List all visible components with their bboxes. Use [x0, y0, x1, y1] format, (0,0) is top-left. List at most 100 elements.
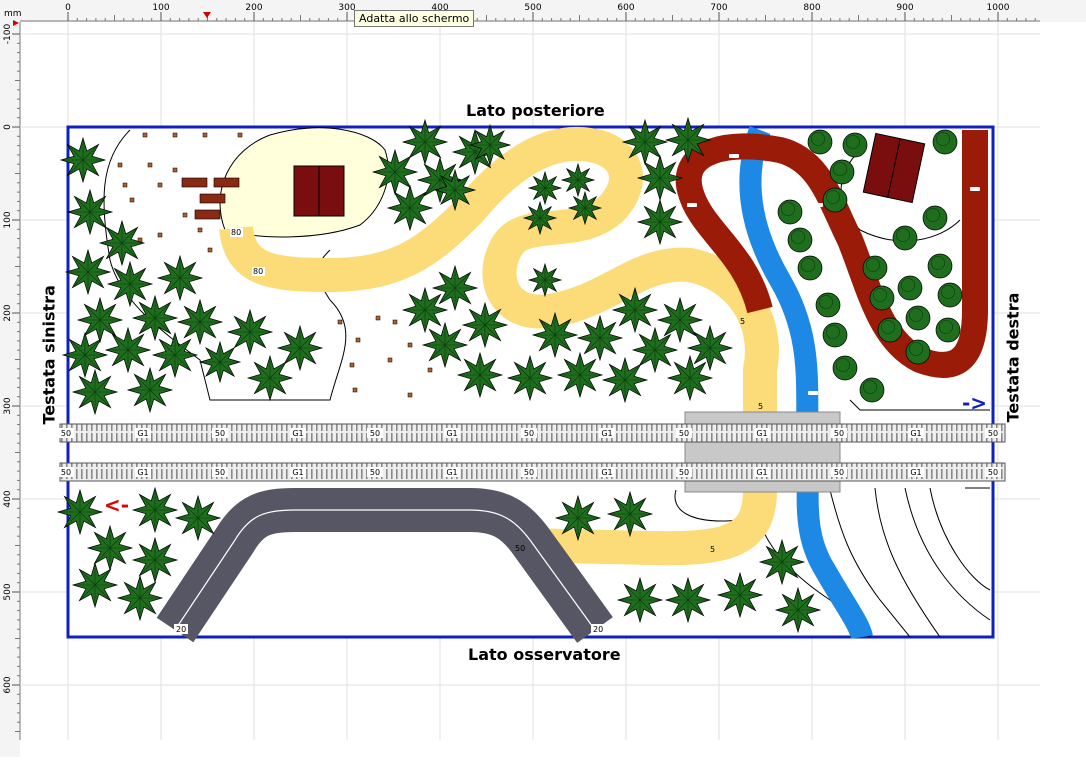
tree-icon	[531, 311, 579, 359]
track-label: G1	[292, 429, 303, 438]
bush-icon	[937, 282, 963, 308]
tree-icon	[656, 296, 704, 344]
bush-icon	[935, 317, 961, 343]
road-label: 80	[253, 267, 263, 276]
label-observer-side: Lato osservatore	[468, 645, 621, 664]
track-label: 50	[679, 468, 689, 477]
tree-icon	[64, 248, 112, 296]
tree-icon	[611, 286, 659, 334]
bush-icon	[892, 225, 918, 251]
tree-icon	[59, 136, 107, 184]
track-label: G1	[756, 429, 767, 438]
bush-icon	[797, 255, 823, 281]
bush-icon	[815, 292, 841, 318]
track-label: G1	[910, 468, 921, 477]
track-label: 50	[215, 468, 225, 477]
bush-icon	[807, 129, 833, 155]
road-label: 5	[740, 317, 745, 326]
tree-icon	[66, 188, 114, 236]
tree-icon	[174, 494, 222, 542]
tree-icon	[636, 198, 684, 246]
ruler-tick-label: -100	[3, 24, 13, 45]
tree-icon	[567, 190, 603, 226]
ruler-tick-label: 0	[3, 124, 13, 130]
tree-icon	[56, 488, 104, 536]
track-label: G1	[601, 429, 612, 438]
track-label: G1	[601, 468, 612, 477]
road-label: 20	[176, 625, 186, 634]
tree-icon	[156, 254, 204, 302]
tree-icon	[461, 301, 509, 349]
tree-icon	[556, 351, 604, 399]
layout-canvas[interactable]: 0 100 200 300 400 500 600 700 800 900 1000 -100 0 10…	[0, 0, 1086, 757]
right-direction-arrow: ->	[962, 391, 987, 415]
fit-to-screen-tooltip: Adatta allo schermo	[354, 10, 475, 27]
tree-icon	[506, 354, 554, 402]
tree-icon	[71, 368, 119, 416]
ruler-tick-label: 900	[896, 3, 913, 13]
tree-icon	[131, 486, 179, 534]
ruler-tick-label: 100	[152, 3, 169, 13]
ruler-tick-label: 0	[65, 3, 71, 13]
tree-icon	[131, 536, 179, 584]
bush-icon	[927, 253, 953, 279]
label-back-side: Lato posteriore	[466, 101, 605, 120]
road-label: 5	[758, 402, 763, 411]
bush-icon	[859, 377, 885, 403]
tree-icon	[606, 490, 654, 538]
road-label: 50	[515, 544, 525, 553]
ruler-tick-label: 500	[524, 3, 541, 13]
track-label: 50	[988, 468, 998, 477]
bush-icon	[932, 129, 958, 155]
track-label: 50	[370, 468, 380, 477]
left-direction-arrow: <-	[104, 493, 129, 517]
bush-icon	[822, 187, 848, 213]
vertical-ruler[interactable]: -100 0 100 200 300 400 500 600	[0, 22, 21, 757]
tree-icon	[401, 286, 449, 334]
ruler-tick-label: 800	[803, 3, 820, 13]
tree-icon	[246, 354, 294, 402]
track-label: G1	[446, 429, 457, 438]
track-label: G1	[137, 429, 148, 438]
ruler-tick-label: 600	[3, 676, 13, 693]
tree-icon	[433, 168, 477, 212]
road-label: 5	[710, 545, 715, 554]
tree-icon	[176, 298, 224, 346]
track-label: 50	[61, 468, 71, 477]
tree-icon	[522, 200, 558, 236]
bush-icon	[897, 275, 923, 301]
tree-icon	[104, 326, 152, 374]
track-label: G1	[910, 429, 921, 438]
track-label: 50	[524, 468, 534, 477]
tree-icon	[468, 123, 512, 167]
track-label: 50	[988, 429, 998, 438]
track-label: G1	[446, 468, 457, 477]
track-label: 50	[524, 429, 534, 438]
tree-icon	[527, 170, 563, 206]
bush-icon	[869, 285, 895, 311]
tree-icon	[106, 260, 154, 308]
tree-icon	[456, 351, 504, 399]
bush-icon	[777, 199, 803, 225]
tree-icon	[576, 314, 624, 362]
bush-icon	[842, 132, 868, 158]
ruler-tick-label: 700	[710, 3, 727, 13]
bush-icon	[905, 305, 931, 331]
tree-icon	[716, 571, 764, 619]
tree-icon	[386, 184, 434, 232]
tree-icon	[664, 576, 712, 624]
tree-icon	[686, 324, 734, 372]
ruler-tick-label: 100	[3, 211, 13, 228]
ruler-tick-label: 400	[3, 490, 13, 507]
road-label: 80	[231, 228, 241, 237]
tree-icon	[527, 262, 563, 298]
horizontal-ruler[interactable]: 0 100 200 300 400 500 600 700 800 900 1000	[0, 0, 1086, 22]
ruler-tick-label: 200	[3, 304, 13, 321]
label-right-end: Testata destra	[1003, 292, 1023, 423]
tree-icon	[664, 116, 712, 164]
track-label: 50	[215, 429, 225, 438]
road-label: 20	[593, 625, 603, 634]
tree-icon	[61, 331, 109, 379]
track-label: 50	[370, 429, 380, 438]
tree-icon	[560, 162, 596, 198]
